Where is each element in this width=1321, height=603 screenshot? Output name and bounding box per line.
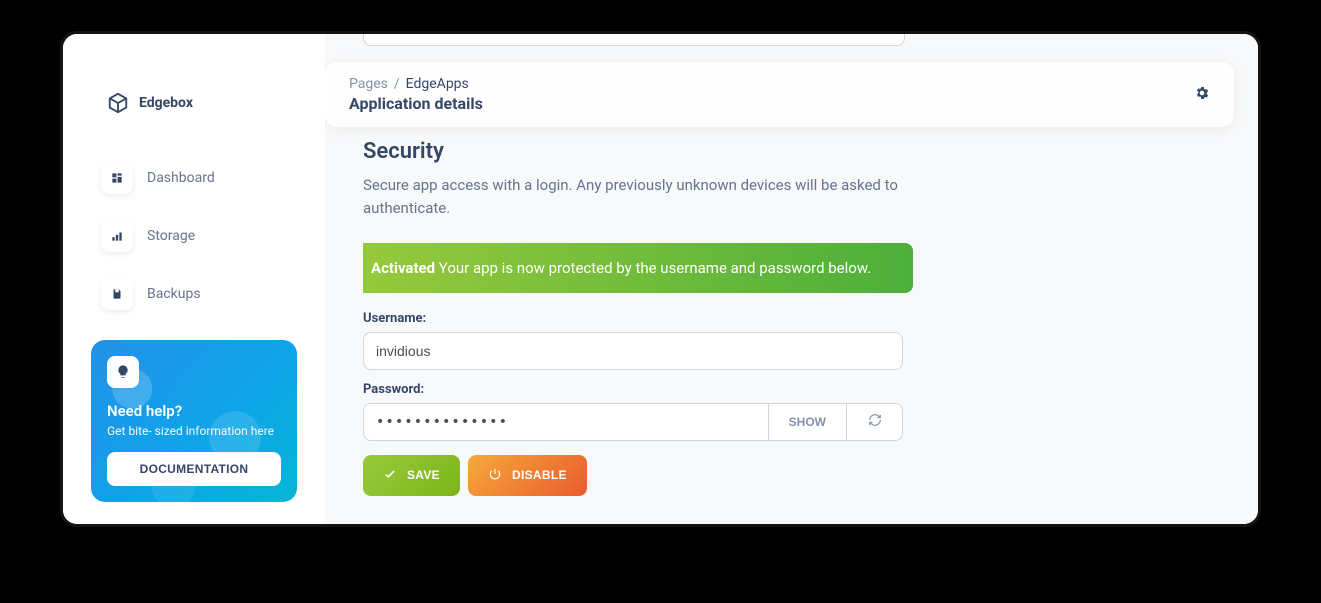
alert-strong: Activated <box>371 259 435 277</box>
alert-text: Your app is now protected by the usernam… <box>435 259 871 277</box>
password-input[interactable] <box>363 403 769 441</box>
show-password-button[interactable]: SHOW <box>769 403 847 441</box>
check-icon <box>383 467 397 484</box>
username-label: Username: <box>363 311 903 326</box>
sidebar-item-label: Backups <box>147 286 201 302</box>
help-title: Need help? <box>107 402 281 420</box>
password-field-group: Password: SHOW <box>363 382 903 441</box>
sidebar: Edgebox Dashboard Storage Backups <box>63 34 325 524</box>
input-fragment[interactable] <box>363 34 905 46</box>
header-bar: Pages / EdgeApps Application details <box>325 62 1234 127</box>
security-form: Username: Password: SHOW <box>363 311 903 496</box>
power-icon <box>488 467 502 484</box>
sidebar-item-label: Storage <box>147 228 195 244</box>
sidebar-item-dashboard[interactable]: Dashboard <box>91 152 297 204</box>
save-button-label: SAVE <box>407 468 440 482</box>
sidebar-nav: Dashboard Storage Backups <box>77 152 311 320</box>
disable-button[interactable]: DISABLE <box>468 455 587 496</box>
breadcrumb-current[interactable]: EdgeApps <box>406 76 469 92</box>
section-title: Security <box>363 139 1234 164</box>
gear-icon[interactable] <box>1194 85 1210 105</box>
password-label: Password: <box>363 382 903 397</box>
breadcrumb-root[interactable]: Pages <box>349 76 388 92</box>
page-title: Application details <box>349 94 483 113</box>
breadcrumb-sep: / <box>394 76 400 92</box>
breadcrumb: Pages / EdgeApps Application details <box>349 76 483 113</box>
sidebar-item-label: Dashboard <box>147 170 215 186</box>
backups-icon <box>101 278 133 310</box>
content-area: Security Secure app access with a login.… <box>363 139 1234 524</box>
refresh-icon <box>868 413 882 430</box>
regenerate-password-button[interactable] <box>847 403 903 441</box>
help-card: Need help? Get bite- sized information h… <box>91 340 297 502</box>
sidebar-item-backups[interactable]: Backups <box>91 268 297 320</box>
main-content: Pages / EdgeApps Application details Sec… <box>325 34 1258 524</box>
section-description: Secure app access with a login. Any prev… <box>363 174 903 221</box>
brand-logo-icon <box>107 92 129 114</box>
disable-button-label: DISABLE <box>512 468 567 482</box>
brand: Edgebox <box>77 48 311 132</box>
brand-name: Edgebox <box>139 95 193 111</box>
app-window: Edgebox Dashboard Storage Backups <box>63 34 1258 524</box>
form-actions: SAVE DISABLE <box>363 455 903 496</box>
help-subtitle: Get bite- sized information here <box>107 424 281 438</box>
lightbulb-icon <box>107 356 139 388</box>
username-field-group: Username: <box>363 311 903 370</box>
password-row: SHOW <box>363 403 903 441</box>
storage-icon <box>101 220 133 252</box>
alert-activated: Activated Your app is now protected by t… <box>363 243 913 293</box>
sidebar-item-storage[interactable]: Storage <box>91 210 297 262</box>
save-button[interactable]: SAVE <box>363 455 460 496</box>
documentation-button[interactable]: DOCUMENTATION <box>107 452 281 486</box>
username-input[interactable] <box>363 332 903 370</box>
dashboard-icon <box>101 162 133 194</box>
